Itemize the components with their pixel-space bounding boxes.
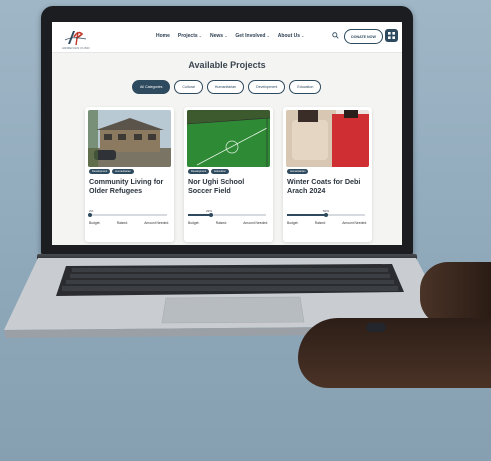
fingernail bbox=[366, 323, 386, 332]
laptop-base bbox=[4, 258, 452, 338]
hand-right-front bbox=[298, 318, 491, 388]
hand-right-back bbox=[420, 262, 491, 326]
